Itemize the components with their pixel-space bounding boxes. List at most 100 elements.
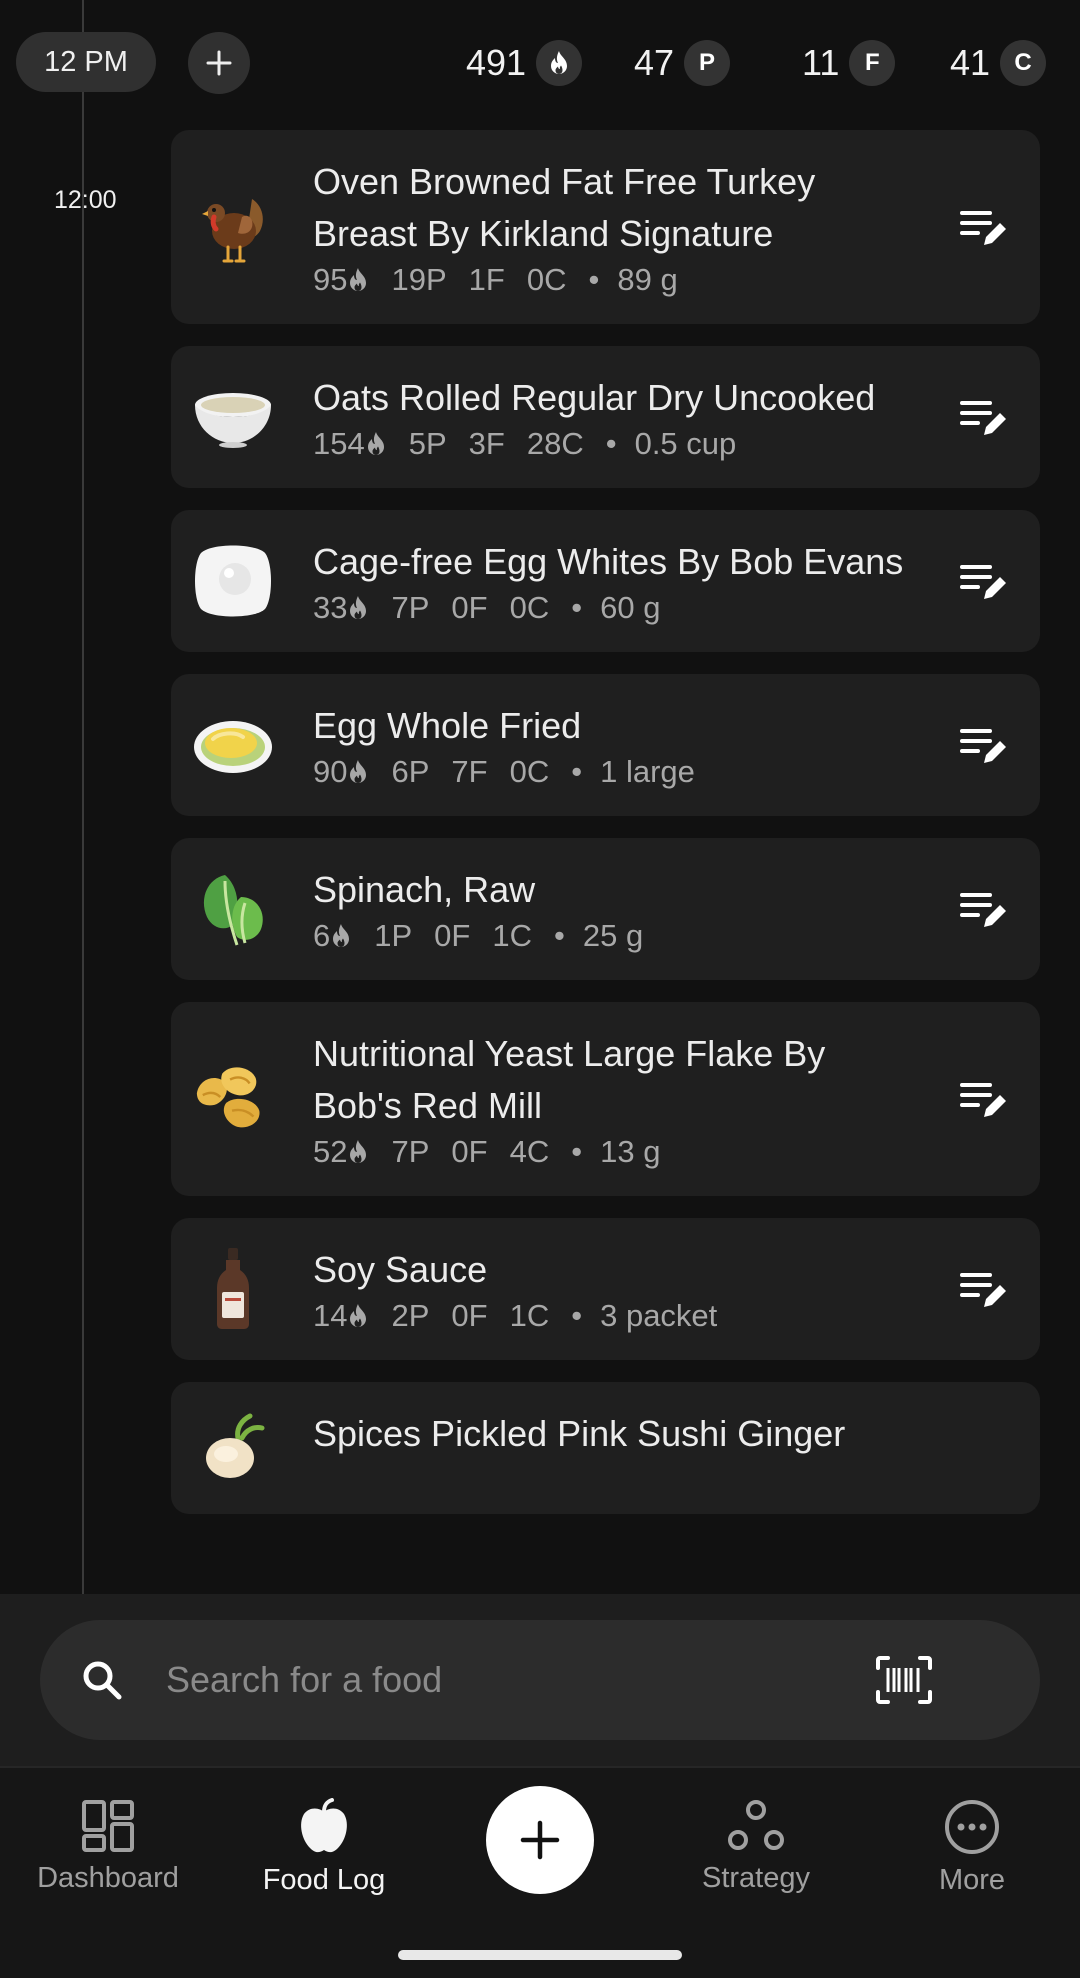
flame-icon [350,1140,367,1163]
edit-entry-icon[interactable] [960,1267,1006,1311]
barcode-scan-icon[interactable] [876,1656,932,1704]
food-fat: 0F [451,590,488,625]
food-portion: 25 g [582,918,644,953]
nav-food-log-label: Food Log [262,1864,386,1896]
fat-badge: F [849,40,896,86]
flame-icon [333,924,350,947]
timeline-line [82,0,84,1594]
food-carbs: 0C [526,262,567,297]
separator-dot: • [571,590,583,625]
food-fat: 7F [451,754,488,789]
edit-entry-icon[interactable] [960,559,1006,603]
edit-entry-icon[interactable] [960,395,1006,439]
nav-dashboard[interactable]: Dashboard [0,1798,216,1895]
food-name: Spices Pickled Pink Sushi Ginger [313,1413,846,1454]
strategy-icon [728,1800,784,1850]
nav-food-log[interactable]: Food Log [216,1798,432,1897]
soy-sauce-bottle-icon [193,1248,273,1329]
carbs-badge: C [1000,40,1047,86]
food-macros: 154 5P 3F 28C • 0.5 cup [313,426,923,462]
food-protein: 1P [374,918,413,953]
home-indicator [398,1950,682,1960]
turkey-icon [193,187,273,267]
food-calories: 52 [313,1134,369,1170]
food-fat: 1F [468,262,505,297]
food-calories: 14 [313,1298,369,1334]
food-fat: 0F [451,1134,488,1169]
add-food-fab[interactable] [486,1786,594,1894]
apple-icon [301,1798,347,1853]
food-carbs: 0C [509,754,550,789]
calories-total-value: 491 [466,42,527,83]
food-entry[interactable]: Spices Pickled Pink Sushi Ginger [171,1382,1040,1514]
food-fat: 3F [468,426,505,461]
food-name: Egg Whole Fried [313,705,582,746]
food-macros: 95 19P 1F 0C • 89 g [313,262,923,298]
food-calories: 154 [313,426,387,462]
food-portion: 89 g [617,262,678,297]
food-name: Spinach, Raw [313,869,536,910]
oat-bowl-icon [193,377,273,457]
food-calories: 90 [313,754,369,790]
plus-icon [520,1820,560,1860]
spinach-icon [193,869,273,949]
egg-icon [193,541,273,621]
fat-total-value: 11 [802,42,840,83]
food-entry-list: Oven Browned Fat Free Turkey Breast By K… [171,130,1040,1594]
bottom-nav: Dashboard Food Log Strategy More [0,1766,1080,1978]
food-calories: 95 [313,262,369,298]
protein-badge: P [684,40,731,86]
protein-total: 47 P [634,32,731,94]
food-portion: 60 g [600,590,661,625]
edit-entry-icon[interactable] [960,723,1006,767]
food-carbs: 28C [526,426,584,461]
protein-total-value: 47 [634,42,675,83]
food-entry[interactable]: Soy Sauce 14 2P 0F 1C • 3 packet [171,1218,1040,1360]
search-icon [83,1661,122,1700]
fat-total: 11 F [802,32,896,94]
edit-entry-icon[interactable] [960,1077,1006,1121]
food-name: Soy Sauce [313,1249,488,1290]
search-input[interactable] [164,1658,868,1702]
food-entry[interactable]: Oven Browned Fat Free Turkey Breast By K… [171,130,1040,324]
food-entry[interactable]: Cage-free Egg Whites By Bob Evans 33 7P … [171,510,1040,652]
flame-icon [350,760,367,783]
time-marker: 12:00 [54,186,117,214]
separator-dot: • [571,1134,583,1169]
food-name: Oats Rolled Regular Dry Uncooked [313,377,876,418]
separator-dot: • [605,426,617,461]
food-name: Oven Browned Fat Free Turkey Breast By K… [313,161,816,254]
flame-icon [536,40,583,86]
food-portion: 3 packet [600,1298,718,1333]
food-name: Cage-free Egg Whites By Bob Evans [313,541,904,582]
carbs-total-value: 41 [950,42,991,83]
separator-dot: • [554,918,565,953]
food-calories: 33 [313,590,369,626]
search-bar[interactable] [40,1620,1040,1740]
nav-more[interactable]: More [864,1798,1080,1897]
yeast-flakes-icon [193,1059,273,1139]
separator-dot: • [588,262,600,297]
food-calories: 6 [313,918,352,954]
food-macros: 90 6P 7F 0C • 1 large [313,754,923,790]
food-protein: 7P [391,1134,430,1169]
food-entry[interactable]: Spinach, Raw 6 1P 0F 1C • 25 g [171,838,1040,980]
nav-strategy[interactable]: Strategy [648,1798,864,1895]
food-portion: 0.5 cup [634,426,737,461]
edit-entry-icon[interactable] [960,205,1006,249]
food-macros: 14 2P 0F 1C • 3 packet [313,1298,923,1334]
food-protein: 6P [391,754,430,789]
carbs-total: 41 C [950,32,1047,94]
food-name: Nutritional Yeast Large Flake By Bob's R… [313,1033,826,1126]
food-protein: 7P [391,590,430,625]
ginger-icon [193,1408,273,1488]
fried-egg-icon [193,705,273,785]
edit-entry-icon[interactable] [960,887,1006,931]
food-entry[interactable]: Nutritional Yeast Large Flake By Bob's R… [171,1002,1040,1196]
food-carbs: 1C [509,1298,550,1333]
food-entry[interactable]: Egg Whole Fried 90 6P 7F 0C • 1 large [171,674,1040,816]
dashboard-icon [82,1800,134,1852]
food-entry[interactable]: Oats Rolled Regular Dry Uncooked 154 5P … [171,346,1040,488]
separator-dot: • [571,1298,583,1333]
food-carbs: 1C [492,918,532,953]
